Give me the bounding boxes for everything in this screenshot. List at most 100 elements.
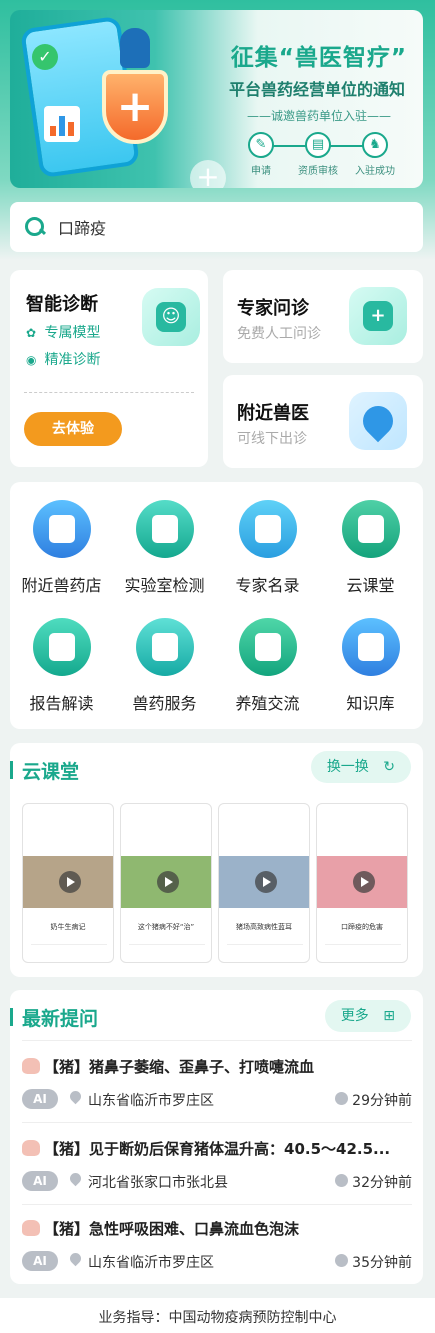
location-icon bbox=[67, 1170, 84, 1187]
question-item[interactable]: 【猪】急性呼吸困难、口鼻流血色泡沫 AI 山东省临沂市罗庄区 35分钟前 bbox=[22, 1218, 412, 1271]
step-apply: ✎ 申请 bbox=[233, 132, 289, 177]
grid-item-label: 报告解读 bbox=[29, 694, 94, 713]
bar-chart-icon bbox=[44, 106, 80, 142]
question-item[interactable]: 【猪】猪鼻子萎缩、歪鼻子、打喷嚏流血 AI 山东省临沂市罗庄区 29分钟前 bbox=[22, 1056, 412, 1109]
step-label: 资质审核 bbox=[298, 166, 338, 177]
grid-item-label: 兽药服务 bbox=[132, 694, 197, 713]
refresh-icon: ↻ bbox=[383, 759, 395, 775]
diagnosis-tag-model: ✿ 专属模型 bbox=[26, 322, 100, 342]
card-subtitle: 免费人工问诊 bbox=[237, 326, 321, 342]
divider bbox=[129, 944, 205, 945]
question-time: 29分钟前 bbox=[352, 1093, 412, 1109]
doctor-icon: + bbox=[349, 287, 407, 345]
section-title: 最新提问 bbox=[10, 1004, 98, 1031]
pharmacy-icon bbox=[32, 500, 91, 558]
book-icon bbox=[341, 618, 400, 676]
pig-icon bbox=[22, 1220, 40, 1236]
card-title: 附近兽医 bbox=[237, 403, 309, 424]
grid-item-label: 专家名录 bbox=[235, 576, 300, 595]
question-item[interactable]: 【猪】见于断奶后保育猪体温升高：40.5～42.5... AI 河北省张家口市张… bbox=[22, 1138, 412, 1191]
grid-icon: ⊞ bbox=[383, 1008, 395, 1024]
question-location: 山东省临沂市罗庄区 bbox=[88, 1255, 214, 1271]
video-caption: 猪场高致病性蓝耳 bbox=[236, 923, 292, 931]
question-location: 河北省张家口市张北县 bbox=[88, 1175, 228, 1191]
question-location: 山东省临沂市罗庄区 bbox=[88, 1093, 214, 1109]
question-meta: AI 山东省临沂市罗庄区 35分钟前 bbox=[22, 1250, 412, 1271]
cloud-icon bbox=[341, 500, 400, 558]
grid-item-breeding[interactable]: 养殖交流 bbox=[216, 618, 319, 714]
video-card[interactable]: 猪场高致病性蓝耳 bbox=[218, 803, 310, 963]
more-label: 更多 bbox=[340, 1008, 369, 1024]
play-icon bbox=[59, 871, 81, 893]
location-pin-icon bbox=[349, 392, 407, 450]
ai-badge: AI bbox=[22, 1251, 58, 1271]
model-icon: ✿ bbox=[26, 326, 37, 340]
question-title-text: 【猪】猪鼻子萎缩、歪鼻子、打喷嚏流血 bbox=[44, 1058, 315, 1076]
divider bbox=[325, 944, 401, 945]
grid-item-cloud-class[interactable]: 云课堂 bbox=[319, 500, 422, 596]
divider bbox=[24, 392, 194, 393]
video-card[interactable]: 这个猪病不好“治” bbox=[120, 803, 212, 963]
grid-item-label: 实验室检测 bbox=[124, 576, 205, 595]
question-title: 【猪】见于断奶后保育猪体温升高：40.5～42.5... bbox=[22, 1138, 402, 1159]
grid-item-vet-drug[interactable]: 兽药服务 bbox=[113, 618, 216, 714]
refresh-label: 换一换 bbox=[326, 759, 369, 775]
promo-banner[interactable]: ✓ + + 征集“兽医智疗” 平台兽药经营单位的通知 ——诚邀兽药单位入驻—— … bbox=[10, 10, 423, 188]
grid-item-pharmacy[interactable]: 附近兽药店 bbox=[10, 500, 113, 596]
video-caption: 奶牛生病记 bbox=[50, 923, 86, 931]
refresh-button[interactable]: 换一换 ↻ bbox=[310, 751, 411, 783]
divider bbox=[22, 1040, 412, 1041]
search-input[interactable] bbox=[58, 217, 388, 237]
nearby-vet-card[interactable]: 附近兽医 可线下出诊 bbox=[223, 375, 423, 468]
step-label: 入驻成功 bbox=[355, 166, 395, 177]
flask-icon bbox=[135, 500, 194, 558]
step-label: 申请 bbox=[251, 166, 271, 177]
doctor-illustration bbox=[120, 28, 150, 68]
question-title: 【猪】猪鼻子萎缩、歪鼻子、打喷嚏流血 bbox=[22, 1056, 402, 1077]
report-icon bbox=[32, 618, 91, 676]
ai-badge: AI bbox=[22, 1171, 58, 1191]
divider bbox=[227, 944, 303, 945]
location-icon bbox=[67, 1250, 84, 1267]
search-bar[interactable] bbox=[10, 202, 423, 252]
grid-item-label: 云课堂 bbox=[346, 576, 395, 595]
try-now-button[interactable]: 去体验 bbox=[24, 412, 122, 446]
question-title-text: 【猪】见于断奶后保育猪体温升高：40.5～42.5... bbox=[44, 1140, 391, 1158]
form-icon: ✎ bbox=[248, 132, 274, 158]
video-card[interactable]: 口蹄疫的危害 bbox=[316, 803, 408, 963]
grid-item-experts[interactable]: 专家名录 bbox=[216, 500, 319, 596]
medical-shield-icon: + bbox=[102, 70, 168, 144]
cow-icon: ♞ bbox=[362, 132, 388, 158]
video-caption: 口蹄疫的危害 bbox=[341, 923, 383, 931]
banner-invite: ——诚邀兽药单位入驻—— bbox=[246, 109, 391, 123]
grid-item-report[interactable]: 报告解读 bbox=[10, 618, 113, 714]
more-button[interactable]: 更多 ⊞ bbox=[324, 1000, 411, 1032]
document-icon: ▤ bbox=[305, 132, 331, 158]
cloud-class-section: 云课堂 换一换 ↻ 奶牛生病记 这个猪病不好“治” 猪场高致病性蓝耳 口蹄疫的危… bbox=[10, 743, 423, 977]
video-caption: 这个猪病不好“治” bbox=[137, 923, 195, 931]
grid-item-knowledge[interactable]: 知识库 bbox=[319, 618, 422, 714]
question-meta: AI 山东省临沂市罗庄区 29分钟前 bbox=[22, 1088, 412, 1109]
clipboard-icon bbox=[238, 500, 297, 558]
play-icon bbox=[353, 871, 375, 893]
pig-icon bbox=[22, 1058, 40, 1074]
card-subtitle: 可线下出诊 bbox=[237, 431, 307, 447]
expert-consult-card[interactable]: 专家问诊 免费人工问诊 + bbox=[223, 270, 423, 363]
banner-steps: ✎ 申请 ▤ 资质审核 ♞ 入驻成功 bbox=[233, 132, 403, 182]
tag-label: 精准诊断 bbox=[44, 352, 101, 368]
play-icon bbox=[157, 871, 179, 893]
tag-label: 专属模型 bbox=[44, 325, 101, 341]
target-icon: ◉ bbox=[26, 353, 37, 367]
video-card[interactable]: 奶牛生病记 bbox=[22, 803, 114, 963]
latest-questions-section: 最新提问 更多 ⊞ 【猪】猪鼻子萎缩、歪鼻子、打喷嚏流血 AI 山东省临沂市罗庄… bbox=[10, 990, 423, 1284]
banner-title: 征集“兽医智疗” bbox=[230, 45, 407, 71]
step-review: ▤ 资质审核 bbox=[290, 132, 346, 177]
smart-diagnosis-card[interactable]: 智能诊断 ✿ 专属模型 ◉ 精准诊断 ☺ 去体验 bbox=[10, 270, 208, 467]
question-title: 【猪】急性呼吸困难、口鼻流血色泡沫 bbox=[22, 1218, 402, 1239]
search-icon bbox=[24, 216, 46, 238]
grid-item-lab[interactable]: 实验室检测 bbox=[113, 500, 216, 596]
clock-icon bbox=[335, 1174, 348, 1187]
check-icon: ✓ bbox=[32, 44, 58, 70]
divider bbox=[22, 1204, 412, 1205]
robot-icon: ☺ bbox=[142, 288, 200, 346]
